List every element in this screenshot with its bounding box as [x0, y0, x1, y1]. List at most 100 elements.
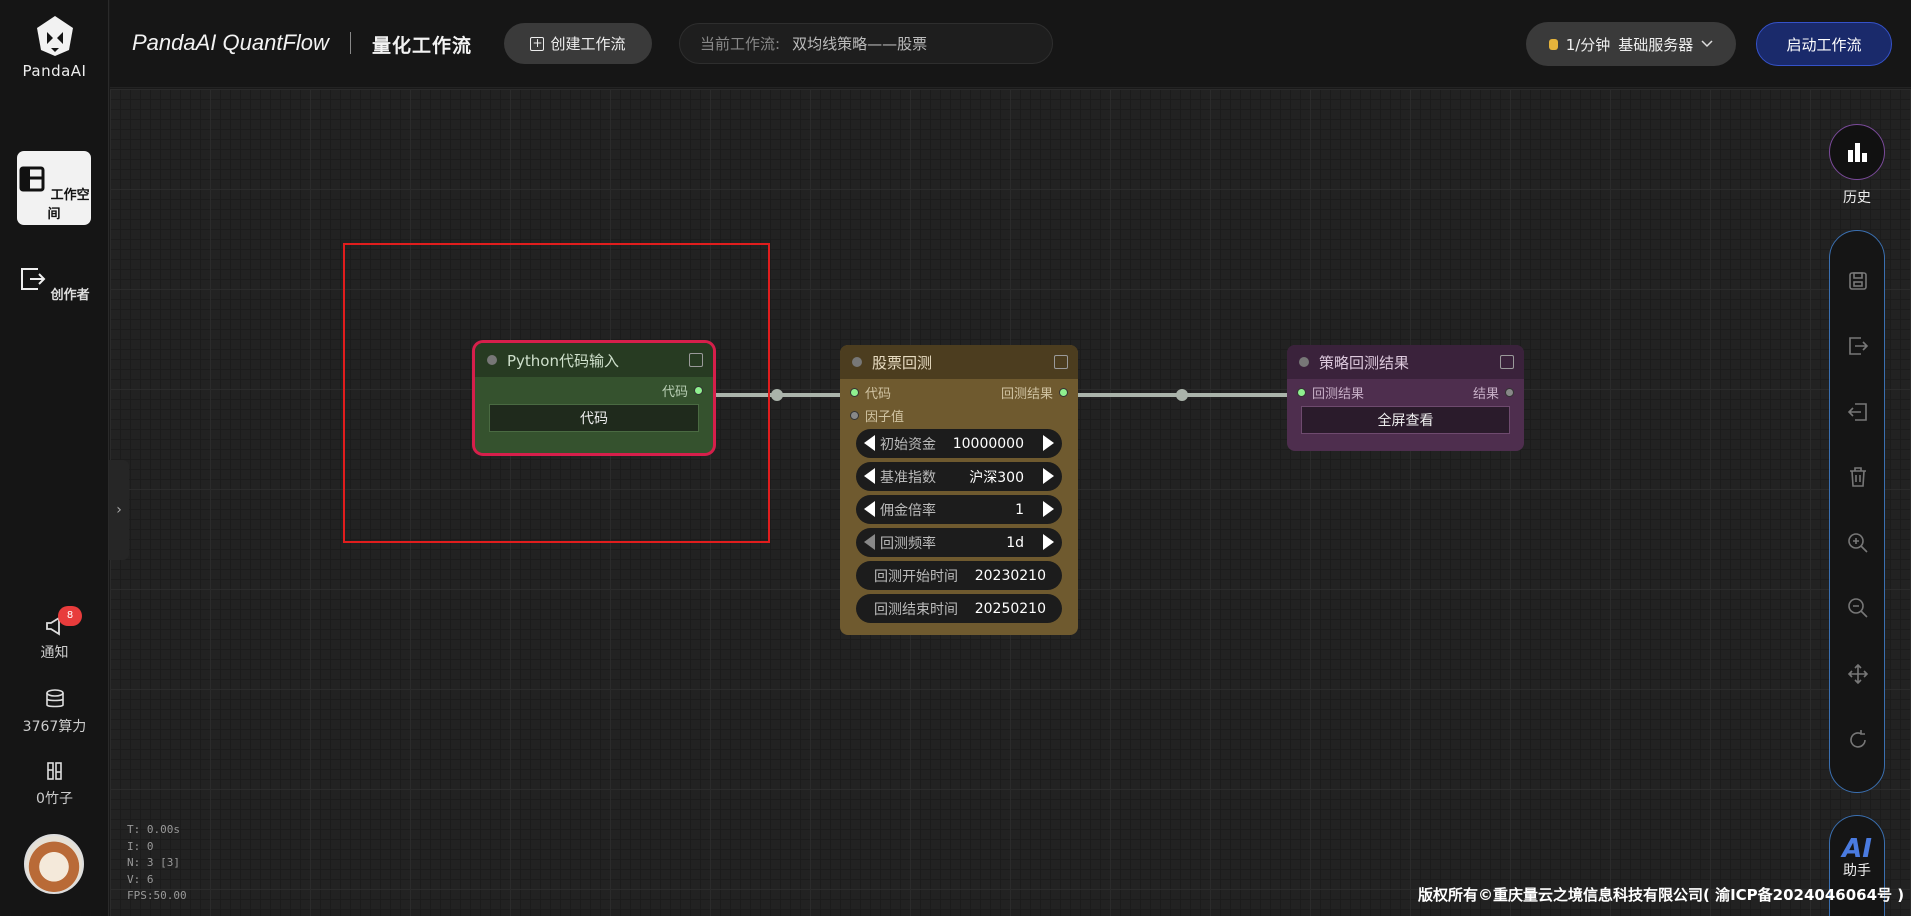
- increment-arrow-icon[interactable]: [1043, 435, 1054, 451]
- export-tool[interactable]: [1830, 331, 1886, 361]
- input-port-factor[interactable]: 因子值: [850, 406, 904, 425]
- avatar[interactable]: [24, 834, 84, 894]
- sidebar-notifications[interactable]: 8 通知: [0, 606, 109, 662]
- sidebar-expand-toggle[interactable]: ›: [109, 460, 129, 560]
- start-workflow-button[interactable]: 启动工作流: [1756, 22, 1892, 66]
- widget-benchmark-index[interactable]: 基准指数 沪深300: [856, 462, 1062, 491]
- widget-end-date[interactable]: 回测结束时间 20250210: [856, 594, 1062, 623]
- create-workflow-button[interactable]: + 创建工作流: [504, 23, 652, 64]
- sidebar-item-workspace[interactable]: 工作空间: [17, 151, 91, 225]
- create-workflow-label: 创建工作流: [550, 35, 626, 53]
- node-title-bar[interactable]: Python代码输入: [475, 343, 713, 377]
- sidebar-bottom-label: 通知: [40, 645, 69, 661]
- widget-label: 初始资金: [880, 436, 936, 453]
- decrement-arrow-icon[interactable]: [864, 501, 875, 517]
- port-label: 代码: [865, 387, 892, 402]
- increment-arrow-icon[interactable]: [1043, 468, 1054, 484]
- port-dot[interactable]: [1059, 388, 1068, 397]
- export-icon: [1849, 337, 1869, 355]
- widget-initial-capital[interactable]: 初始资金 10000000: [856, 429, 1062, 458]
- zoom-out-tool[interactable]: [1830, 593, 1886, 623]
- logo[interactable]: PandaAI: [0, 14, 109, 80]
- node-python-code-input[interactable]: Python代码输入 代码 代码: [475, 343, 713, 453]
- coin-icon: [1548, 38, 1558, 50]
- logo-text: PandaAI: [22, 62, 87, 80]
- import-tool[interactable]: [1830, 397, 1886, 427]
- increment-arrow-icon[interactable]: [1043, 501, 1054, 517]
- edit-icon[interactable]: [1054, 355, 1068, 369]
- server-select[interactable]: 1/分钟 基础服务器: [1526, 22, 1736, 66]
- node-title-bar[interactable]: 股票回测: [840, 345, 1078, 379]
- widget-label: 佣金倍率: [880, 502, 936, 519]
- stat-time: T: 0.00s: [127, 823, 180, 836]
- input-port-code[interactable]: 代码: [850, 383, 891, 402]
- edit-icon[interactable]: [689, 353, 703, 367]
- port-label: 回测结果: [1312, 387, 1365, 402]
- move-tool[interactable]: [1830, 659, 1886, 689]
- port-dot[interactable]: [850, 411, 859, 420]
- server-rate: 1/分钟: [1565, 35, 1611, 54]
- bar-chart-icon: [1848, 143, 1867, 162]
- port-dot[interactable]: [694, 386, 703, 395]
- node-title: 股票回测: [872, 353, 933, 372]
- output-port-code[interactable]: 代码: [662, 381, 703, 400]
- copyright-notice: 版权所有©重庆量云之境信息科技有限公司( 渝ICP备2024046064号 ): [1418, 886, 1905, 904]
- port-dot[interactable]: [1297, 388, 1306, 397]
- bamboo-icon: [46, 762, 62, 780]
- node-title: 策略回测结果: [1319, 353, 1410, 372]
- port-label: 代码: [661, 385, 688, 400]
- decrement-arrow-icon[interactable]: [864, 534, 875, 550]
- sidebar-item-creator[interactable]: 创作者: [17, 251, 91, 325]
- widget-start-date[interactable]: 回测开始时间 20230210: [856, 561, 1062, 590]
- widget-value: 10000000: [952, 435, 1024, 452]
- fullscreen-view-button[interactable]: 全屏查看: [1301, 406, 1510, 434]
- refresh-tool[interactable]: [1830, 725, 1886, 755]
- history-button[interactable]: [1829, 124, 1885, 180]
- edit-icon[interactable]: [1500, 355, 1514, 369]
- output-port-result[interactable]: 结果: [1473, 383, 1514, 402]
- save-tool[interactable]: [1830, 266, 1886, 296]
- zoom-in-icon: [1848, 533, 1868, 553]
- zoom-in-tool[interactable]: [1830, 528, 1886, 558]
- stat-nodes: N: 3 [3]: [127, 856, 180, 869]
- widget-value: 沪深300: [969, 469, 1024, 486]
- widget-value: 1: [1015, 501, 1024, 518]
- wire-midpoint: [771, 389, 783, 401]
- sidebar-compute[interactable]: 3767算力: [0, 688, 109, 736]
- decrement-arrow-icon[interactable]: [864, 468, 875, 484]
- sidebar-bamboo[interactable]: 0竹子: [0, 760, 109, 808]
- increment-arrow-icon[interactable]: [1043, 534, 1054, 550]
- save-icon: [1849, 272, 1867, 290]
- import-icon: [1847, 403, 1867, 421]
- port-dot[interactable]: [1505, 388, 1514, 397]
- delete-tool[interactable]: [1830, 462, 1886, 492]
- node-stock-backtest[interactable]: 股票回测 代码 回测结果 因子值 初始资金 10000000 基准指数 沪深30…: [840, 345, 1078, 635]
- node-status-dot: [1299, 357, 1309, 367]
- port-label: 结果: [1472, 387, 1499, 402]
- port-dot[interactable]: [850, 388, 859, 397]
- history-label: 历史: [1843, 190, 1871, 206]
- sidebar-item-label: 工作空间: [47, 188, 90, 222]
- input-port-backtest-result[interactable]: 回测结果: [1297, 383, 1364, 402]
- widget-label: 回测频率: [880, 535, 936, 552]
- server-name: 基础服务器: [1618, 35, 1694, 54]
- header: PandaAI QuantFlow 量化工作流 + 创建工作流 当前工作流: 双…: [110, 0, 1911, 88]
- zoom-out-icon: [1848, 598, 1868, 618]
- stat-i: I: 0: [127, 839, 154, 853]
- widget-backtest-frequency[interactable]: 回测频率 1d: [856, 528, 1062, 557]
- widget-commission-multiplier[interactable]: 佣金倍率 1: [856, 495, 1062, 524]
- creator-exit-icon: [21, 268, 46, 290]
- refresh-icon: [1850, 730, 1866, 748]
- node-title-bar[interactable]: 策略回测结果: [1287, 345, 1524, 379]
- code-button[interactable]: 代码: [489, 404, 699, 432]
- current-workflow-field[interactable]: 当前工作流: 双均线策略——股票: [679, 23, 1053, 64]
- current-workflow-value: 双均线策略——股票: [792, 35, 928, 53]
- wire-midpoint: [1176, 389, 1188, 401]
- stat-fps: FPS:50.00: [127, 889, 187, 902]
- widget-value: 1d: [1006, 534, 1024, 551]
- output-port-backtest-result[interactable]: 回测结果: [1001, 383, 1068, 402]
- node-strategy-result[interactable]: 策略回测结果 回测结果 结果 全屏查看: [1287, 345, 1524, 451]
- node-status-dot: [852, 357, 862, 367]
- port-label: 回测结果: [1000, 387, 1053, 402]
- decrement-arrow-icon[interactable]: [864, 435, 875, 451]
